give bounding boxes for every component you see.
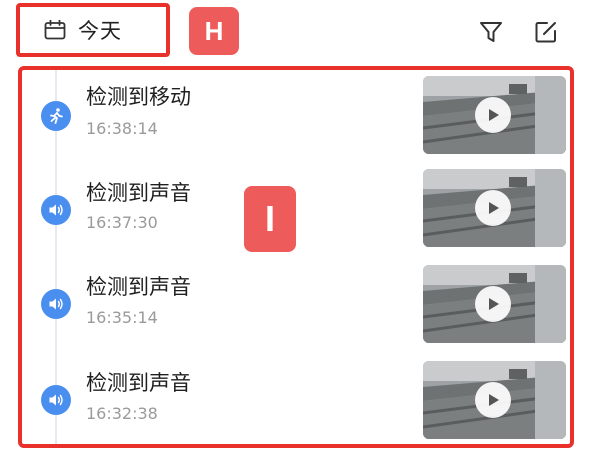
event-time: 16:37:30 [86,213,158,232]
event-time: 16:35:14 [86,308,158,327]
sound-icon [41,385,71,415]
event-list: 检测到移动 16:38:14 检测到声音 16:37:30 检测到声音 16:3… [18,66,574,448]
video-thumbnail[interactable] [423,169,566,247]
date-selector[interactable]: 今天 [16,3,170,57]
annotation-badge-i: I [244,186,296,252]
play-icon[interactable] [475,286,511,322]
play-icon[interactable] [475,382,511,418]
video-thumbnail[interactable] [423,265,566,343]
event-title: 检测到移动 [86,85,191,109]
play-icon[interactable] [475,97,511,133]
event-time: 16:32:38 [86,404,158,423]
event-row[interactable]: 检测到移动 16:38:14 [22,72,570,158]
event-row[interactable]: 检测到声音 16:32:38 [22,361,570,444]
sound-icon [41,289,71,319]
video-thumbnail[interactable] [423,76,566,154]
motion-icon [41,101,71,131]
video-thumbnail[interactable] [423,361,566,439]
page: 今天 H 检测到移动 16:38:14 检测到声音 16:37:30 检测到声音… [0,0,594,452]
event-title: 检测到声音 [86,371,191,395]
sound-icon [41,195,71,225]
event-title: 检测到声音 [86,275,191,299]
annotation-badge-h: H [189,7,239,55]
event-title: 检测到声音 [86,181,191,205]
calendar-icon [44,20,66,40]
event-time: 16:38:14 [86,119,158,138]
date-label: 今天 [78,19,122,43]
edit-icon[interactable] [532,18,560,46]
event-row[interactable]: 检测到声音 16:37:30 [22,169,570,255]
event-row[interactable]: 检测到声音 16:35:14 [22,265,570,351]
filter-icon[interactable] [477,18,505,46]
play-icon[interactable] [475,190,511,226]
